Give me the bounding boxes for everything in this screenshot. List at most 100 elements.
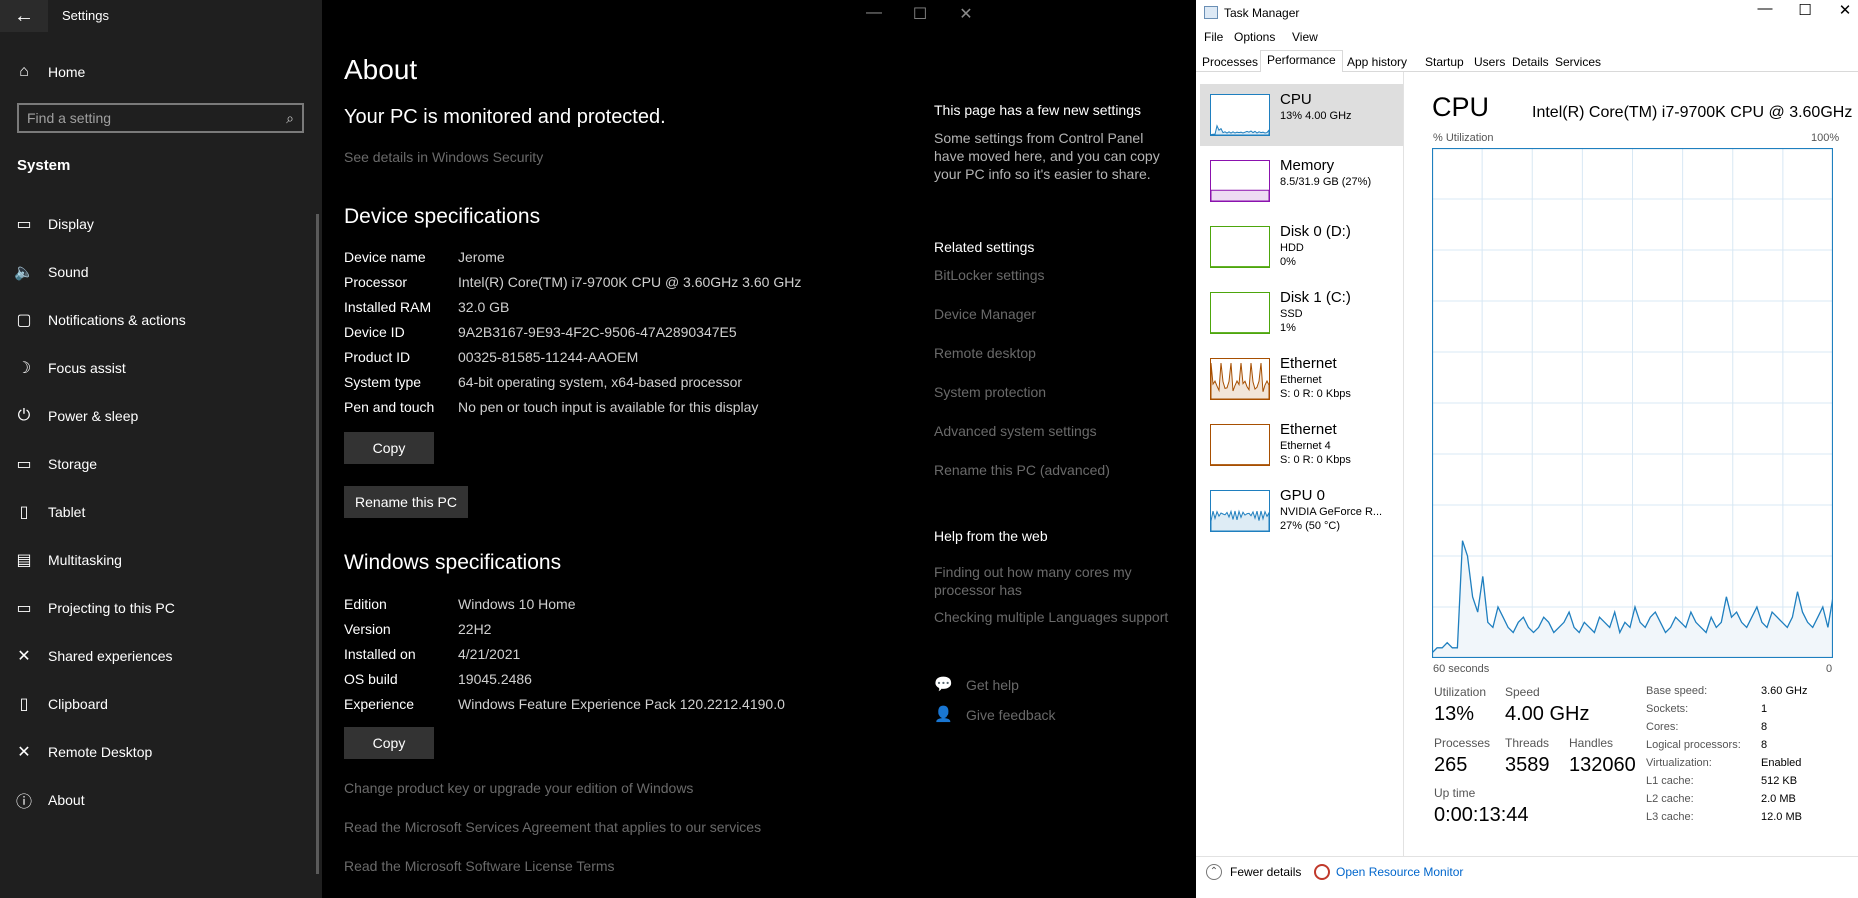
resource-detail: 1% [1280, 322, 1296, 334]
nav-item-focus-assist[interactable]: ☽ Focus assist [0, 348, 318, 388]
device-spec-heading: Device specifications [344, 205, 541, 228]
help-heading: Help from the web [934, 528, 1048, 544]
chevron-up-icon[interactable]: ⌃ [1206, 864, 1222, 880]
back-arrow-icon: ← [14, 4, 34, 27]
nav-item-tablet[interactable]: ▯ Tablet [0, 492, 318, 532]
spec-value: Windows 10 Home [458, 596, 576, 612]
spec-row: Product ID 00325-81585-11244-AAOEM [344, 349, 944, 371]
spec-key: Experience [344, 696, 415, 712]
nav-item-notifications-actions[interactable]: ▢ Notifications & actions [0, 300, 318, 340]
resource-item-cpu[interactable]: CPU 13% 4.00 GHz [1200, 84, 1403, 146]
see-details-link[interactable]: See details in Windows Security [344, 149, 543, 165]
cpu-detail-value: 12.0 MB [1761, 811, 1802, 823]
nav-item-shared-experiences[interactable]: ✕ Shared experiences [0, 636, 318, 676]
nav-item-power-sleep[interactable]: ⏻ Power & sleep [0, 396, 318, 436]
resource-detail: S: 0 R: 0 Kbps [1280, 388, 1351, 400]
nav-item-label: Notifications & actions [48, 312, 186, 328]
product-key-link[interactable]: Change product key or upgrade your editi… [344, 780, 693, 796]
give-feedback-link[interactable]: Give feedback [966, 706, 1226, 724]
resource-thumbnail [1210, 226, 1270, 268]
tm-close-button[interactable]: ✕ [1822, 1, 1858, 19]
nav-item-remote-desktop[interactable]: ✕ Remote Desktop [0, 732, 318, 772]
threads-label: Threads [1505, 736, 1550, 750]
fewer-details-button[interactable]: Fewer details [1230, 865, 1301, 879]
nav-home[interactable]: ⌂ Home [0, 52, 318, 92]
related-link[interactable]: Remote desktop [934, 344, 1194, 362]
license-terms-link[interactable]: Read the Microsoft Software License Term… [344, 858, 615, 874]
nav-home-label: Home [48, 64, 86, 80]
resource-item-disk-1-c-[interactable]: Disk 1 (C:) SSD 1% [1200, 282, 1403, 344]
resource-detail: 8.5/31.9 GB (27%) [1280, 176, 1372, 188]
close-button[interactable]: ✕ [946, 4, 986, 24]
nav-item-about[interactable]: ⓘ About [0, 780, 318, 820]
menu-options[interactable]: Options [1234, 30, 1275, 44]
resource-item-ethernet[interactable]: Ethernet Ethernet 4 S: 0 R: 0 Kbps [1200, 414, 1403, 476]
cpu-detail-value: 1 [1761, 703, 1768, 715]
section-heading: System [17, 157, 71, 174]
get-help-link[interactable]: Get help [966, 676, 1226, 694]
resource-detail: 0% [1280, 256, 1296, 268]
related-link[interactable]: Rename this PC (advanced) [934, 461, 1194, 479]
minimize-button[interactable]: — [854, 4, 894, 22]
copy-device-button[interactable]: Copy [344, 432, 434, 464]
tab-users[interactable]: Users [1468, 53, 1511, 73]
window-title: Settings [62, 8, 109, 23]
search-input[interactable]: Find a setting ⌕ [17, 103, 304, 133]
minimize-icon: — [1757, 0, 1773, 17]
spec-value: 22H2 [458, 621, 492, 637]
maximize-icon: ☐ [1798, 2, 1812, 19]
nav-item-clipboard[interactable]: ▯ Clipboard [0, 684, 318, 724]
related-link[interactable]: Advanced system settings [934, 422, 1194, 440]
rename-pc-button[interactable]: Rename this PC [344, 486, 468, 518]
cpu-detail-key: Sockets: [1646, 703, 1689, 715]
menu-file[interactable]: File [1204, 30, 1223, 44]
protection-status: Your PC is monitored and protected. [344, 106, 666, 128]
related-link[interactable]: System protection [934, 383, 1194, 401]
tab-processes[interactable]: Processes [1196, 53, 1264, 73]
spec-row: Processor Intel(R) Core(TM) i7-9700K CPU … [344, 274, 944, 296]
search-icon: ⌕ [286, 110, 294, 126]
resource-item-ethernet[interactable]: Ethernet Ethernet S: 0 R: 0 Kbps [1200, 348, 1403, 410]
tab-app-history[interactable]: App history [1341, 53, 1413, 73]
cpu-utilization-graph [1432, 148, 1833, 658]
help-link-languages[interactable]: Checking multiple Languages support [934, 608, 1194, 626]
close-icon: ✕ [1838, 2, 1852, 19]
tab-details[interactable]: Details [1506, 53, 1555, 73]
resource-item-memory[interactable]: Memory 8.5/31.9 GB (27%) [1200, 150, 1403, 212]
tab-services[interactable]: Services [1549, 53, 1607, 73]
open-resource-monitor-link[interactable]: Open Resource Monitor [1336, 865, 1463, 879]
nav-item-multitasking[interactable]: ▤ Multitasking [0, 540, 318, 580]
copy-windows-button[interactable]: Copy [344, 727, 434, 759]
processes-value: 265 [1434, 754, 1468, 776]
back-button[interactable]: ← [0, 0, 48, 32]
menu-view[interactable]: View [1292, 30, 1318, 44]
nav-item-projecting-to-this-pc[interactable]: ▭ Projecting to this PC [0, 588, 318, 628]
spec-value: Jerome [458, 249, 505, 265]
resource-sparkline [1210, 362, 1270, 400]
handles-value: 132060 [1569, 754, 1636, 776]
tab-performance[interactable]: Performance [1260, 50, 1343, 73]
about-icon: ⓘ [15, 794, 32, 811]
sound-icon: 🔈 [14, 264, 34, 281]
maximize-button[interactable]: ☐ [900, 4, 940, 24]
tab-startup[interactable]: Startup [1419, 53, 1470, 73]
nav-item-sound[interactable]: 🔈 Sound [0, 252, 318, 292]
services-agreement-link[interactable]: Read the Microsoft Services Agreement th… [344, 819, 761, 835]
related-link[interactable]: BitLocker settings [934, 266, 1194, 284]
help-link-cores[interactable]: Finding out how many cores my processor … [934, 563, 1194, 599]
resource-name: GPU 0 [1280, 487, 1326, 504]
nav-item-label: Power & sleep [48, 408, 139, 424]
nav-item-label: Sound [48, 264, 89, 280]
related-link[interactable]: Device Manager [934, 305, 1194, 323]
resource-item-gpu-0[interactable]: GPU 0 NVIDIA GeForce R... 27% (50 °C) [1200, 480, 1403, 542]
resource-item-disk-0-d-[interactable]: Disk 0 (D:) HDD 0% [1200, 216, 1403, 278]
resource-detail: 27% (50 °C) [1280, 520, 1341, 532]
multitasking-icon: ▤ [16, 552, 32, 569]
cpu-detail-value: Enabled [1761, 757, 1802, 769]
spec-value: No pen or touch input is available for t… [458, 399, 759, 415]
resource-thumbnail [1210, 490, 1270, 532]
resource-monitor-icon[interactable] [1314, 864, 1330, 880]
nav-item-storage[interactable]: ▭ Storage [0, 444, 318, 484]
page-title: About [344, 54, 418, 85]
nav-item-display[interactable]: ▭ Display [0, 204, 318, 244]
